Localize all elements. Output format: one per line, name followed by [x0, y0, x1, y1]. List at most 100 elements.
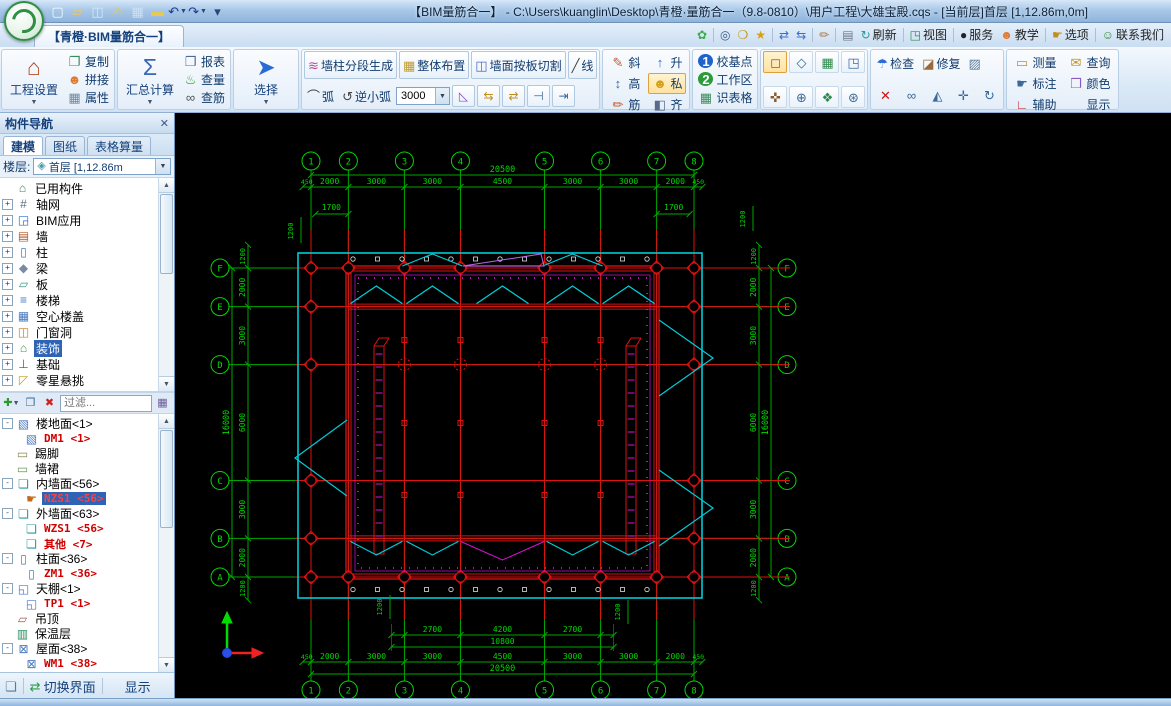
ribbon-button[interactable]: ✕	[873, 84, 897, 106]
treport-button[interactable]: ✍	[108, 2, 127, 20]
expander-icon[interactable]: +	[2, 374, 13, 386]
tree-item[interactable]: ❏ 其他 <7>	[2, 536, 158, 551]
ribbon-button[interactable]: ∞	[899, 84, 923, 106]
ribbon-button[interactable]: ⇆	[476, 85, 500, 107]
find-button[interactable]: ◎	[717, 28, 733, 42]
ribbon-button[interactable]: ❖	[815, 86, 840, 108]
scroll-up-icon[interactable]: ▲	[159, 178, 174, 193]
brush-button[interactable]: ✏	[816, 28, 832, 42]
truler-button[interactable]: ▬	[148, 2, 167, 20]
tree-item[interactable]: + ◫ 门窗洞	[2, 324, 158, 340]
tab-0[interactable]: 建模	[3, 136, 44, 155]
expander-icon[interactable]: -	[2, 583, 13, 594]
tree-item[interactable]: + ⌂ 装饰	[2, 339, 158, 357]
ribbon-button[interactable]: ◻	[763, 51, 788, 73]
tree-item[interactable]: ▱ 吊顶	[2, 611, 158, 626]
expander-icon[interactable]: -	[2, 508, 13, 519]
ribbon-button[interactable]: ≋ 墙柱分段生成	[304, 51, 397, 79]
ribbon-button[interactable]: ✎ 斜	[606, 52, 644, 73]
floor-combobox[interactable]: ◈ 首层 [1,12.86m ▼	[33, 158, 171, 175]
tree-item[interactable]: ◱ TP1 <1>	[2, 596, 158, 611]
tree-item[interactable]: ▥ 保温层	[2, 626, 158, 641]
arc-radius-combobox[interactable]: 3000 ▼	[395, 87, 450, 105]
expander-icon[interactable]: +	[2, 246, 13, 258]
tree-item[interactable]: - ⊠ 屋面<38>	[2, 641, 158, 656]
tree-item[interactable]: ▧ DM1 <1>	[2, 431, 158, 446]
ribbon-tab-main[interactable]: 【青橙·BIM量筋合一】	[34, 25, 184, 47]
expander-icon[interactable]: +	[2, 310, 13, 322]
ribbon-button[interactable]: ⊣	[526, 85, 550, 107]
ribbon-button[interactable]: ▦ 整体布置	[398, 51, 470, 79]
ribbon-button[interactable]: ◇	[789, 51, 814, 73]
scroll-thumb[interactable]	[160, 430, 173, 528]
teach-button[interactable]: ☻ 教学	[997, 25, 1042, 44]
expander-icon[interactable]: -	[2, 418, 13, 429]
dropdown-arrow-icon[interactable]: ▼	[200, 8, 207, 15]
copy-button[interactable]: ❐	[22, 395, 39, 411]
tree-item[interactable]: ❏ WZS1 <56>	[2, 521, 158, 536]
tree-item[interactable]: + ◸ 零星悬挑	[2, 372, 158, 388]
ribbon-button[interactable]: ✜	[763, 86, 788, 108]
tab-1[interactable]: 图纸	[45, 136, 86, 155]
expander-icon[interactable]: +	[2, 214, 13, 226]
ribbon-button[interactable]: Σ 汇总计算 ▼	[120, 51, 180, 108]
tnew-button[interactable]: ▢	[48, 2, 67, 20]
ribbon-button[interactable]: ➤ 选择 ▼	[236, 51, 296, 108]
scrollbar[interactable]: ▲ ▼	[158, 414, 174, 672]
delete-button[interactable]: ✖	[41, 395, 58, 411]
ribbon-button[interactable]: ▦ 识表格	[695, 89, 755, 107]
ribbon-button[interactable]: ◭	[925, 84, 949, 106]
scroll-down-icon[interactable]: ▼	[159, 376, 174, 391]
ribbon-button[interactable]: ☻ 私	[648, 73, 687, 94]
ribbon-button[interactable]: ⌂ 工程设置 ▼	[4, 51, 64, 108]
add-button[interactable]: ✚ ▼	[3, 395, 20, 411]
tree-item[interactable]: + ▤ 墙	[2, 228, 158, 244]
tree-item[interactable]: + ▱ 板	[2, 276, 158, 292]
ribbon-button[interactable]: ✛	[951, 84, 975, 106]
expander-icon[interactable]: -	[2, 478, 13, 489]
ribbon-button[interactable]: 1 校基点	[695, 52, 755, 70]
ribbon-button[interactable]: ◫ 墙面按板切割	[471, 51, 566, 79]
chevron-down-icon[interactable]: ▼	[434, 88, 449, 104]
switch-ui-button[interactable]: ⇄ 切换界面	[30, 677, 96, 696]
close-icon[interactable]: ✕	[160, 117, 169, 130]
opts-button[interactable]: ☛ 选项	[1049, 25, 1092, 44]
ribbon-button[interactable]: ◺	[451, 85, 475, 107]
expander-icon[interactable]: +	[2, 326, 13, 338]
ribbon-button[interactable]: ⊛	[841, 86, 866, 108]
tsave-button[interactable]: ◫	[88, 2, 107, 20]
ribbon-button[interactable]: ∞ 查筋	[180, 89, 228, 107]
properties-button[interactable]: ▦	[154, 395, 171, 411]
tree-item[interactable]: - ▯ 柱面<36>	[2, 551, 158, 566]
tab-2[interactable]: 表格算量	[87, 136, 152, 155]
ribbon-button[interactable]: ⇥	[551, 85, 575, 107]
tree-item[interactable]: ▭ 踢脚	[2, 446, 158, 461]
expander-icon[interactable]: +	[2, 198, 13, 210]
topen-button[interactable]: ▱	[68, 2, 87, 20]
expander-icon[interactable]: -	[2, 643, 13, 654]
expander-icon[interactable]: -	[2, 553, 13, 564]
tree-item[interactable]: + ▦ 空心楼盖	[2, 308, 158, 324]
ribbon-button[interactable]: ❐ 复制	[64, 52, 112, 70]
tree-item[interactable]: ⌂ 已用构件	[2, 180, 158, 196]
expander-icon[interactable]: +	[2, 342, 13, 354]
tree-item[interactable]: ▭ 墙裙	[2, 461, 158, 476]
ribbon-button[interactable]: ▭ 测量	[1010, 52, 1060, 73]
scroll-down-icon[interactable]: ▼	[159, 657, 174, 672]
ribbon-button[interactable]: ❒ 报表	[180, 52, 228, 70]
tree-item[interactable]: - ▧ 楼地面<1>	[2, 416, 158, 431]
refresh-button[interactable]: ↻ 刷新	[858, 25, 900, 44]
dropdown-arrow-icon[interactable]: ▼	[180, 8, 187, 15]
tree-item[interactable]: + ◲ BIM应用	[2, 212, 158, 228]
ribbon-button[interactable]: ♨ 查量	[180, 70, 228, 88]
app-logo-icon[interactable]	[4, 1, 44, 41]
ribbon-button[interactable]: ↻	[977, 84, 1001, 106]
redo-button[interactable]: ↷ ▼	[188, 2, 207, 20]
ribbon-button[interactable]: ↑ 升	[648, 52, 686, 73]
expander-icon[interactable]: +	[2, 262, 13, 274]
ribbon-button[interactable]: ∟ 辅助	[1010, 94, 1060, 115]
ribbon-button[interactable]: ✉ 查询	[1064, 52, 1114, 73]
swapa-button[interactable]: ⇄	[776, 28, 792, 42]
tgrid-button[interactable]: ▦	[128, 2, 147, 20]
tree-item[interactable]: + ≡ 楼梯	[2, 292, 158, 308]
